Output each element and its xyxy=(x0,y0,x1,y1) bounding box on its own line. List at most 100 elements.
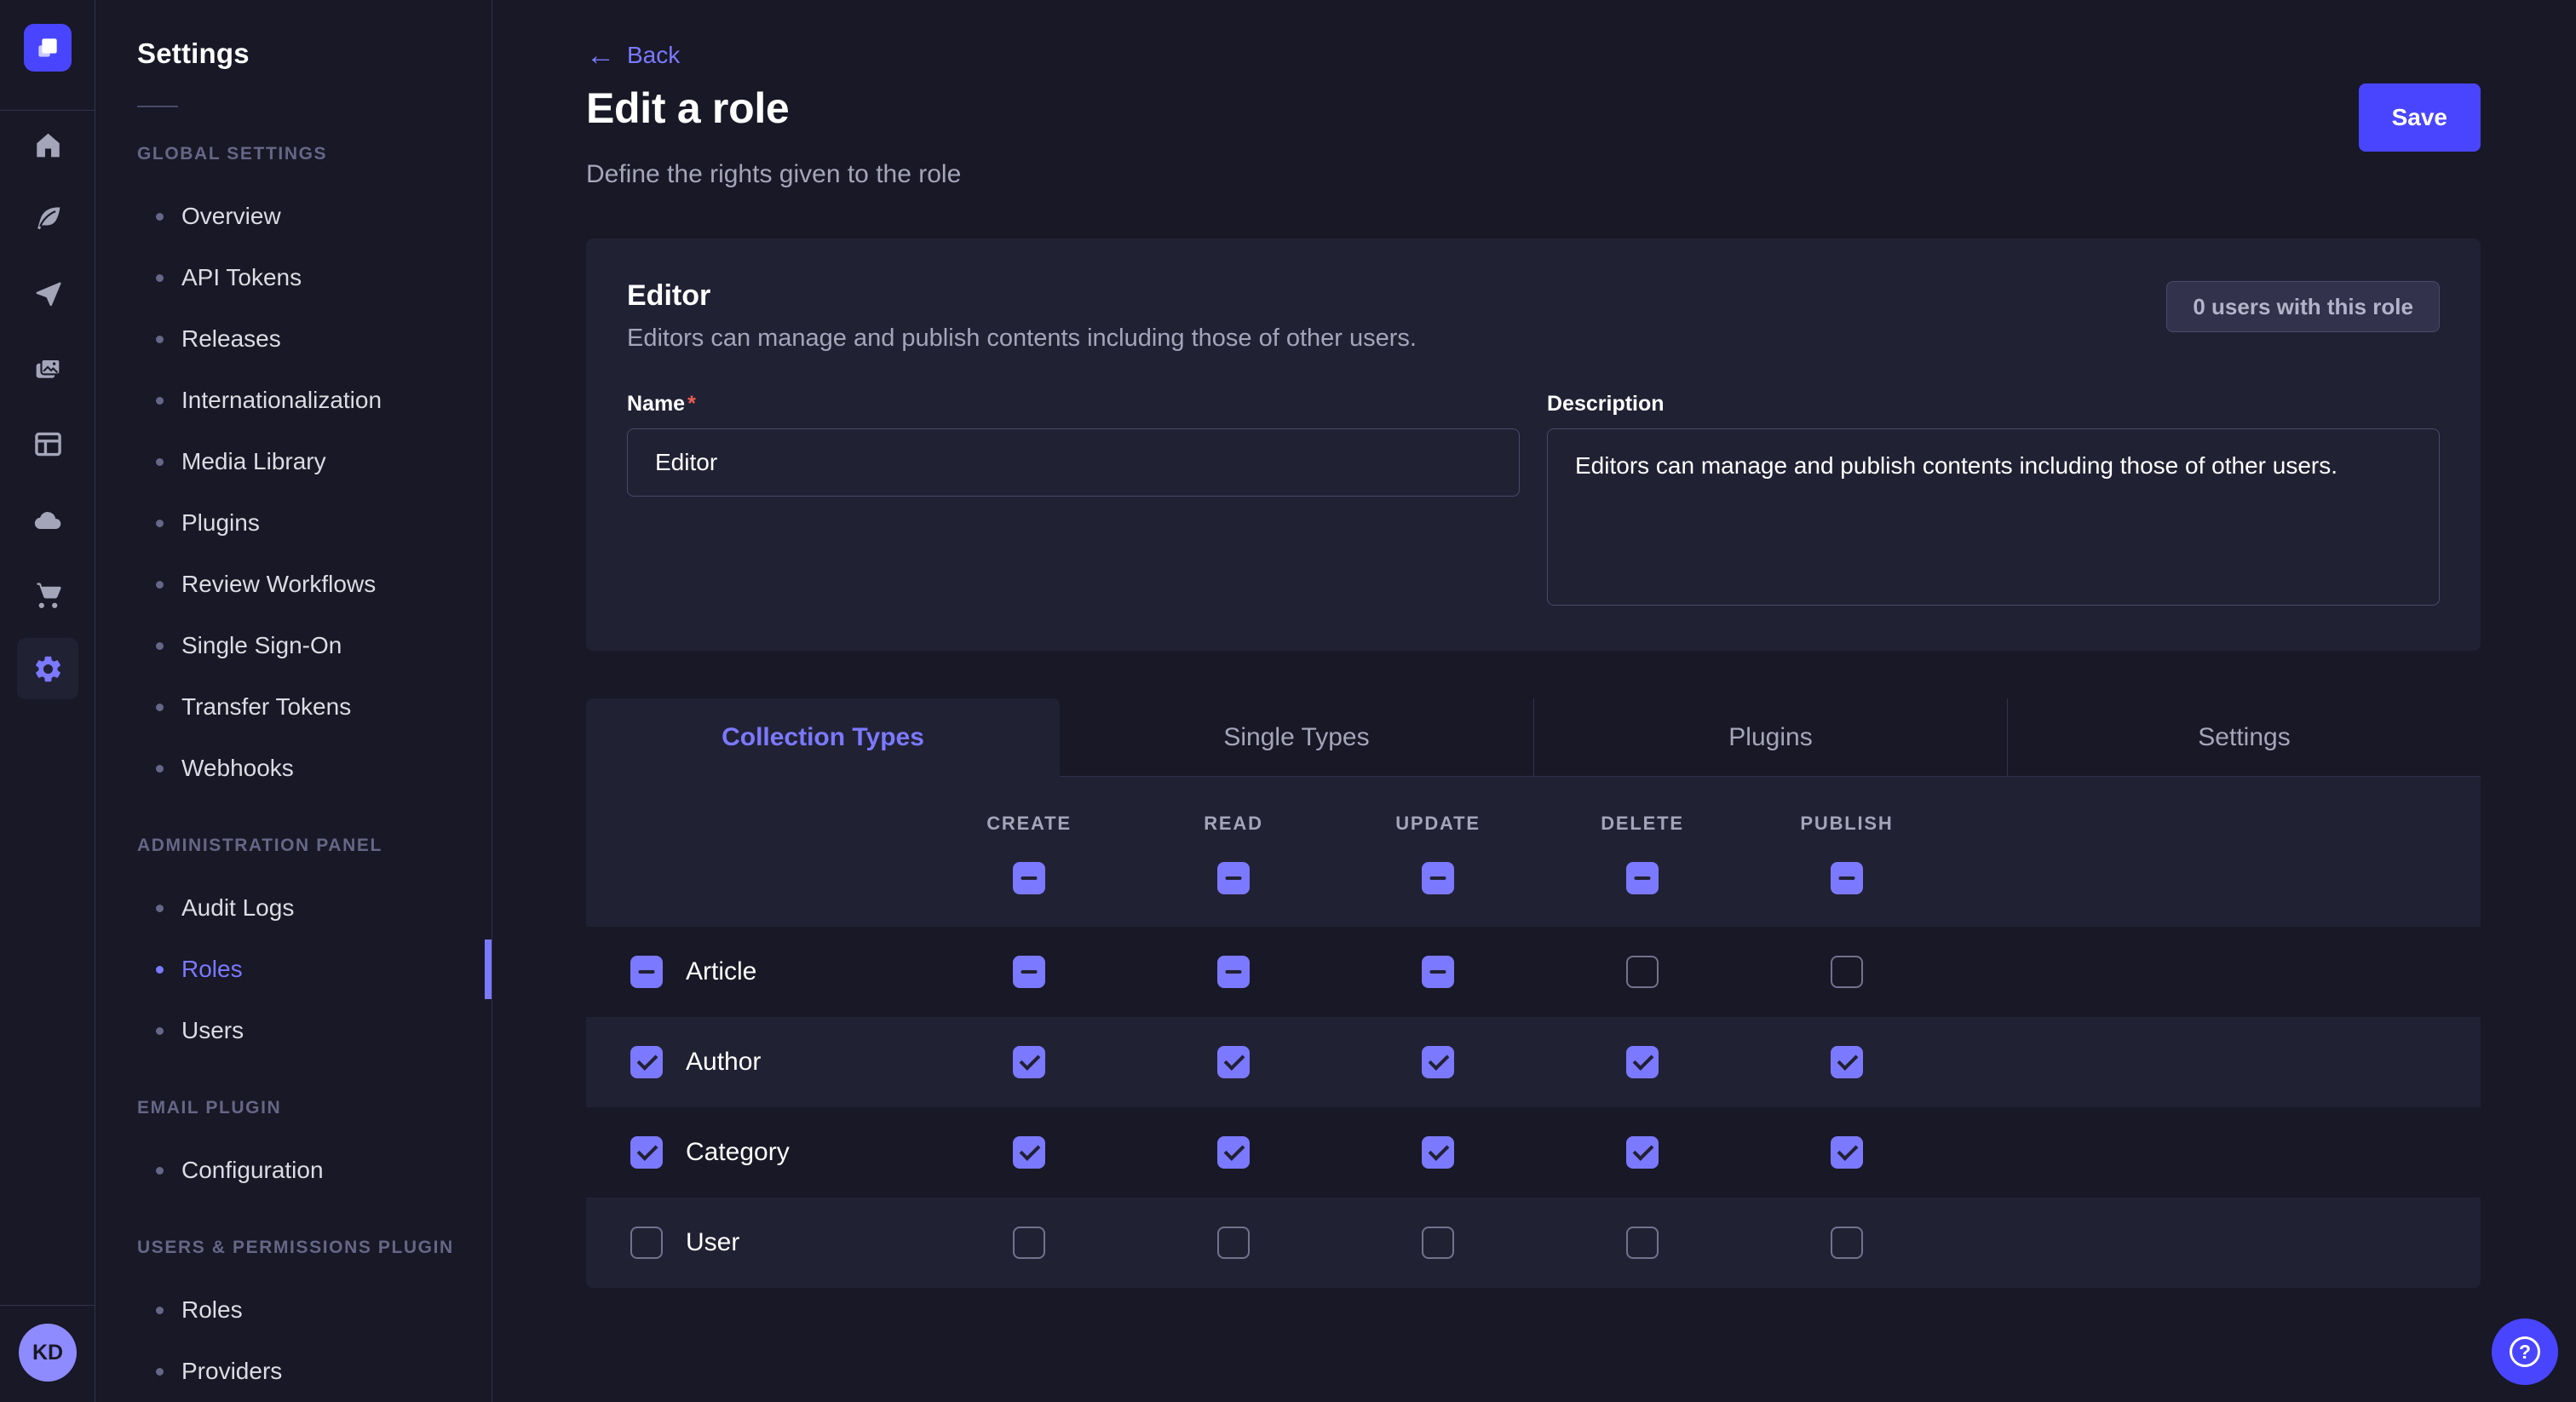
permissions-table: CREATEREADUPDATEDELETEPUBLISH ArticleAut… xyxy=(586,777,2481,1288)
subnav-sections: GLOBAL SETTINGSOverviewAPI TokensRelease… xyxy=(96,133,492,1402)
checkbox-all-publish[interactable] xyxy=(1831,862,1863,894)
avatar[interactable]: KD xyxy=(19,1324,77,1382)
sidebar-item-media-library[interactable]: Media Library xyxy=(96,431,492,492)
checkbox-author-delete[interactable] xyxy=(1626,1046,1659,1078)
sidebar-item-transfer-tokens[interactable]: Transfer Tokens xyxy=(96,676,492,738)
sidebar-item-api-tokens[interactable]: API Tokens xyxy=(96,247,492,308)
checkbox-all-update[interactable] xyxy=(1422,862,1454,894)
tab-plugins[interactable]: Plugins xyxy=(1533,698,2007,777)
checkbox-article-read[interactable] xyxy=(1217,956,1250,988)
sidebar-item-label: Plugins xyxy=(181,509,260,537)
rail-item-home-icon[interactable] xyxy=(0,114,95,175)
checkbox-article-publish[interactable] xyxy=(1831,956,1863,988)
sidebar-item-overview[interactable]: Overview xyxy=(96,186,492,247)
strapi-logo-icon xyxy=(34,34,61,61)
sidebar-item-configuration[interactable]: Configuration xyxy=(96,1140,492,1201)
checkbox-cell xyxy=(927,1046,1131,1078)
bullet-icon xyxy=(156,397,164,405)
checkbox-article-update[interactable] xyxy=(1422,956,1454,988)
rail-item-media-library-icon[interactable] xyxy=(0,339,95,400)
tab-settings[interactable]: Settings xyxy=(2007,698,2481,777)
checkbox-category-read[interactable] xyxy=(1217,1136,1250,1169)
checkbox-all-create[interactable] xyxy=(1013,862,1045,894)
sidebar-item-users[interactable]: Users xyxy=(96,1000,492,1061)
checkbox-cell xyxy=(1131,956,1336,988)
sidebar-item-single-sign-on[interactable]: Single Sign-On xyxy=(96,615,492,676)
sidebar-item-internationalization[interactable]: Internationalization xyxy=(96,370,492,431)
checkbox-article-delete[interactable] xyxy=(1626,956,1659,988)
rail-item-content-type-builder-icon[interactable] xyxy=(0,413,95,474)
sidebar-item-releases[interactable]: Releases xyxy=(96,308,492,370)
sidebar-item-label: Audit Logs xyxy=(181,894,294,922)
sidebar-item-label: Releases xyxy=(181,325,281,353)
checkbox-row-author[interactable] xyxy=(630,1046,663,1078)
help-button[interactable]: ? xyxy=(2492,1319,2558,1385)
checkbox-all-delete[interactable] xyxy=(1626,862,1659,894)
bullet-icon xyxy=(156,581,164,589)
checkbox-row-category[interactable] xyxy=(630,1136,663,1169)
checkbox-category-delete[interactable] xyxy=(1626,1136,1659,1169)
sidebar-item-plugins[interactable]: Plugins xyxy=(96,492,492,554)
checkbox-row-user[interactable] xyxy=(630,1227,663,1259)
page-subtitle: Define the rights given to the role xyxy=(586,160,2481,189)
checkbox-user-delete[interactable] xyxy=(1626,1227,1659,1259)
sidebar-item-audit-logs[interactable]: Audit Logs xyxy=(96,877,492,939)
checkbox-category-publish[interactable] xyxy=(1831,1136,1863,1169)
checkbox-cell xyxy=(927,1227,1131,1259)
content-manager-icon xyxy=(32,204,64,235)
back-link[interactable]: ← Back xyxy=(586,41,680,70)
rail-item-content-manager-icon[interactable] xyxy=(0,188,95,250)
bullet-icon xyxy=(156,213,164,221)
checkbox-cell xyxy=(927,1136,1131,1169)
checkbox-category-update[interactable] xyxy=(1422,1136,1454,1169)
rail-item-settings-gear-icon[interactable] xyxy=(0,638,95,699)
tab-collection-types[interactable]: Collection Types xyxy=(586,698,1060,777)
checkbox-cell xyxy=(1745,1227,1949,1259)
checkbox-author-update[interactable] xyxy=(1422,1046,1454,1078)
checkbox-author-create[interactable] xyxy=(1013,1046,1045,1078)
checkbox-author-read[interactable] xyxy=(1217,1046,1250,1078)
checkbox-category-create[interactable] xyxy=(1013,1136,1045,1169)
column-header-update: UPDATE xyxy=(1336,813,1540,835)
checkbox-user-publish[interactable] xyxy=(1831,1227,1863,1259)
subnav-item-list: RolesProviders xyxy=(96,1279,492,1402)
sidebar-item-roles[interactable]: Roles xyxy=(96,939,492,1000)
active-indicator xyxy=(485,939,492,999)
checkbox-cell xyxy=(1131,1227,1336,1259)
sidebar-item-webhooks[interactable]: Webhooks xyxy=(96,738,492,799)
rail-divider-bottom xyxy=(0,1305,95,1306)
checkbox-user-read[interactable] xyxy=(1217,1227,1250,1259)
permissions-rows: ArticleAuthorCategoryUser xyxy=(586,927,2481,1288)
save-button[interactable]: Save xyxy=(2359,83,2481,152)
checkbox-cell xyxy=(1131,862,1336,894)
rail-item-releases-icon[interactable] xyxy=(0,263,95,325)
subnav-divider xyxy=(137,106,178,107)
column-header-delete: DELETE xyxy=(1540,813,1745,835)
bullet-icon xyxy=(156,905,164,912)
checkbox-cell xyxy=(1336,1227,1540,1259)
bullet-icon xyxy=(156,1307,164,1314)
checkbox-user-update[interactable] xyxy=(1422,1227,1454,1259)
rail-item-marketplace-icon[interactable] xyxy=(0,564,95,625)
checkbox-cell xyxy=(1540,862,1745,894)
checkbox-user-create[interactable] xyxy=(1013,1227,1045,1259)
checkbox-row-article[interactable] xyxy=(630,956,663,988)
sidebar-item-review-workflows[interactable]: Review Workflows xyxy=(96,554,492,615)
strapi-logo[interactable] xyxy=(24,24,72,72)
checkbox-cell xyxy=(1131,1136,1336,1169)
bullet-icon xyxy=(156,765,164,773)
rail-item-deploy-icon[interactable] xyxy=(0,489,95,550)
description-textarea[interactable]: Editors can manage and publish contents … xyxy=(1547,428,2440,606)
column-header-read: READ xyxy=(1131,813,1336,835)
sidebar-item-providers[interactable]: Providers xyxy=(96,1341,492,1402)
checkbox-author-publish[interactable] xyxy=(1831,1046,1863,1078)
main-nav-rail: KD xyxy=(0,0,95,1402)
checkbox-cell xyxy=(1745,1136,1949,1169)
tab-single-types[interactable]: Single Types xyxy=(1060,698,1533,777)
bullet-icon xyxy=(156,966,164,974)
checkbox-article-create[interactable] xyxy=(1013,956,1045,988)
name-input[interactable] xyxy=(627,428,1520,497)
checkbox-all-read[interactable] xyxy=(1217,862,1250,894)
users-with-role-badge[interactable]: 0 users with this role xyxy=(2166,281,2440,332)
sidebar-item-roles[interactable]: Roles xyxy=(96,1279,492,1341)
